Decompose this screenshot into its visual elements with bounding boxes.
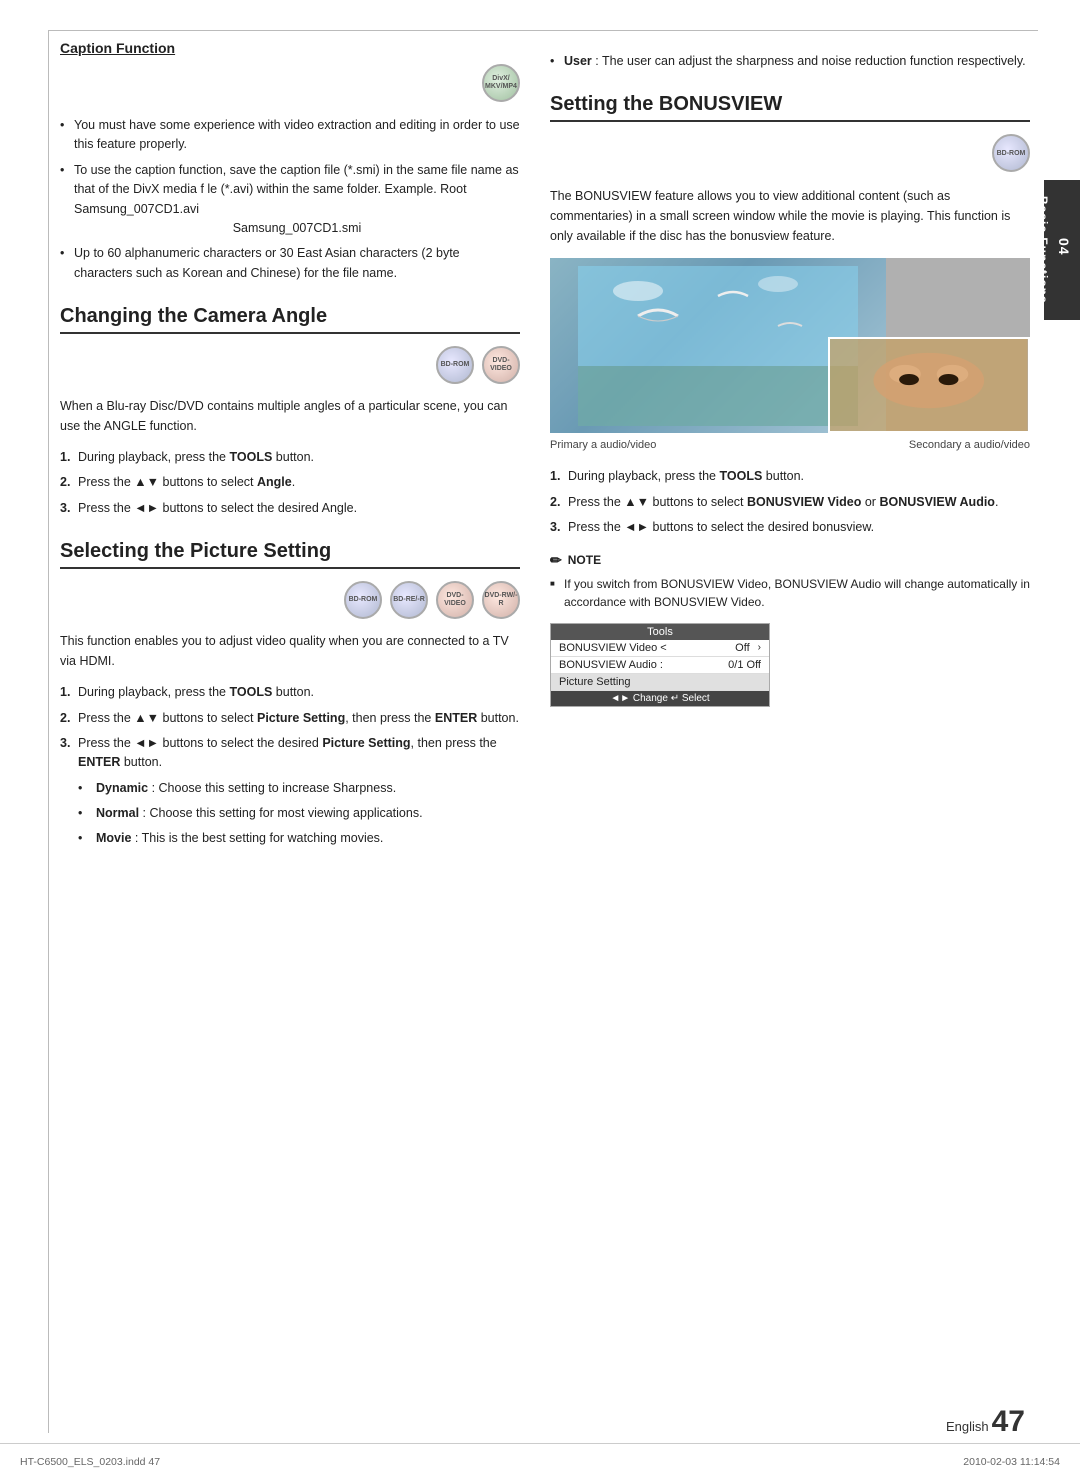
picture-step-2: 2.Press the ▲▼ buttons to select Picture… bbox=[60, 709, 520, 728]
bonusview-intro: The BONUSVIEW feature allows you to view… bbox=[550, 186, 1030, 246]
bonusview-steps: 1.During playback, press the TOOLS butto… bbox=[550, 467, 1030, 537]
left-margin-line bbox=[48, 30, 49, 1433]
divx-icon-label: DivX/MKV/MP4 bbox=[485, 75, 517, 90]
picture-dvd-disc-icon: DVD-VIDEO bbox=[436, 581, 474, 619]
bottom-bar: HT-C6500_ELS_0203.indd 47 2010-02-03 11:… bbox=[0, 1443, 1080, 1479]
camera-dvd-icon-label: DVD-VIDEO bbox=[484, 357, 518, 372]
camera-title: Changing the Camera Angle bbox=[60, 305, 520, 334]
camera-dvd-disc-icon: DVD-VIDEO bbox=[482, 346, 520, 384]
note-header: ✏ NOTE bbox=[550, 552, 1030, 569]
chapter-tab: 04 Basic Functions bbox=[1044, 180, 1080, 320]
picture-dvdrw-disc-icon: DVD-RW/-R bbox=[482, 581, 520, 619]
bottom-right-text: 2010-02-03 11:14:54 bbox=[963, 1456, 1060, 1468]
picture-dvdrw-icon-label: DVD-RW/-R bbox=[484, 592, 518, 607]
bonusview-secondary-svg bbox=[830, 339, 1028, 431]
picture-sub-movie: Movie : This is the best setting for wat… bbox=[78, 829, 520, 848]
caption-bullet-2: To use the caption function, save the ca… bbox=[60, 161, 520, 239]
chapter-number: 04 bbox=[1056, 238, 1072, 256]
tools-bonusview-audio-label: BONUSVIEW Audio : bbox=[559, 659, 663, 671]
page-number: 47 bbox=[992, 1407, 1025, 1437]
right-user-bullet: User : The user can adjust the sharpness… bbox=[550, 52, 1030, 71]
picture-sub-dynamic: Dynamic : Choose this setting to increas… bbox=[78, 779, 520, 798]
bonusview-primary-label: Primary a audio/video bbox=[550, 439, 656, 451]
main-content: Caption Function DivX/MKV/MP4 You must h… bbox=[60, 40, 1030, 1439]
camera-bd-disc-icon: BD-ROM bbox=[436, 346, 474, 384]
caption-disc-icons: DivX/MKV/MP4 bbox=[60, 64, 520, 102]
picture-step-1: 1.During playback, press the TOOLS butto… bbox=[60, 683, 520, 702]
caption-bullet-3: Up to 60 alphanumeric characters or 30 E… bbox=[60, 244, 520, 283]
note-list: If you switch from BONUSVIEW Video, BONU… bbox=[550, 575, 1030, 611]
picture-bdre-disc-icon: BD-RE/-R bbox=[390, 581, 428, 619]
picture-bdre-icon-label: BD-RE/-R bbox=[393, 596, 425, 604]
bonusview-secondary-video bbox=[828, 337, 1030, 433]
caption-title: Caption Function bbox=[60, 40, 520, 56]
note-item-1: If you switch from BONUSVIEW Video, BONU… bbox=[550, 575, 1030, 611]
picture-step-3: 3.Press the ◄► buttons to select the des… bbox=[60, 734, 520, 849]
page-number-area: English 47 bbox=[946, 1407, 1025, 1437]
bottom-left-text: HT-C6500_ELS_0203.indd 47 bbox=[20, 1456, 160, 1468]
camera-disc-icons: BD-ROM DVD-VIDEO bbox=[60, 346, 520, 384]
tools-picture-setting-label: Picture Setting bbox=[559, 676, 631, 688]
bonusview-secondary-label: Secondary a audio/video bbox=[909, 439, 1030, 451]
picture-bd-disc-icon: BD-ROM bbox=[344, 581, 382, 619]
page-container: 04 Basic Functions Caption Function DivX… bbox=[0, 0, 1080, 1479]
tools-chevron: › bbox=[758, 642, 761, 653]
bonusview-disc-icons: BD-ROM bbox=[550, 134, 1030, 172]
picture-steps: 1.During playback, press the TOOLS butto… bbox=[60, 683, 520, 849]
caption-section: Caption Function DivX/MKV/MP4 You must h… bbox=[60, 40, 520, 283]
picture-title: Selecting the Picture Setting bbox=[60, 540, 520, 569]
picture-section: Selecting the Picture Setting BD-ROM BD-… bbox=[60, 540, 520, 849]
tools-bonusview-video-label: BONUSVIEW Video < bbox=[559, 642, 667, 654]
camera-intro: When a Blu-ray Disc/DVD contains multipl… bbox=[60, 396, 520, 436]
picture-sub-normal: Normal : Choose this setting for most vi… bbox=[78, 804, 520, 823]
tools-row-bonusview-audio: BONUSVIEW Audio : 0/1 Off bbox=[551, 657, 769, 674]
camera-section: Changing the Camera Angle BD-ROM DVD-VID… bbox=[60, 305, 520, 518]
camera-steps: 1.During playback, press the TOOLS butto… bbox=[60, 448, 520, 518]
top-margin-line bbox=[48, 30, 1038, 31]
english-label: English bbox=[946, 1419, 989, 1434]
tools-row-bonusview-video: BONUSVIEW Video < Off › bbox=[551, 640, 769, 657]
camera-step-1: 1.During playback, press the TOOLS butto… bbox=[60, 448, 520, 467]
caption-example: Samsung_007CD1.smi bbox=[74, 219, 520, 238]
bonusview-step-2: 2.Press the ▲▼ buttons to select BONUSVI… bbox=[550, 493, 1030, 512]
picture-sub-bullets: Dynamic : Choose this setting to increas… bbox=[78, 779, 520, 849]
bonusview-bd-icon-label: BD-ROM bbox=[997, 150, 1026, 158]
tools-table: Tools BONUSVIEW Video < Off › BONUSVIEW … bbox=[550, 623, 770, 707]
bonusview-step-1: 1.During playback, press the TOOLS butto… bbox=[550, 467, 1030, 486]
caption-bullet-1: You must have some experience with video… bbox=[60, 116, 520, 155]
left-column: Caption Function DivX/MKV/MP4 You must h… bbox=[60, 40, 520, 1439]
divx-disc-icon: DivX/MKV/MP4 bbox=[482, 64, 520, 102]
chapter-title: Basic Functions bbox=[1036, 196, 1050, 304]
right-user-bullet-item: User : The user can adjust the sharpness… bbox=[550, 52, 1030, 71]
bonusview-note: ✏ NOTE If you switch from BONUSVIEW Vide… bbox=[550, 552, 1030, 611]
bonusview-image bbox=[550, 258, 1030, 433]
tools-row-picture-setting: Picture Setting bbox=[551, 674, 769, 691]
tools-table-header: Tools bbox=[551, 624, 769, 640]
camera-bd-icon-label: BD-ROM bbox=[441, 361, 470, 369]
camera-step-3: 3.Press the ◄► buttons to select the des… bbox=[60, 499, 520, 518]
note-label: NOTE bbox=[568, 553, 601, 567]
bonusview-step-3: 3.Press the ◄► buttons to select the des… bbox=[550, 518, 1030, 537]
note-icon: ✏ bbox=[550, 552, 562, 569]
caption-bullets: You must have some experience with video… bbox=[60, 116, 520, 283]
tools-table-footer: ◄► Change ↵ Select bbox=[551, 691, 769, 706]
picture-disc-icons: BD-ROM BD-RE/-R DVD-VIDEO DVD-RW/-R bbox=[60, 581, 520, 619]
right-column: User : The user can adjust the sharpness… bbox=[550, 40, 1030, 1439]
bonusview-title: Setting the BONUSVIEW bbox=[550, 93, 1030, 122]
tools-bonusview-audio-value: 0/1 Off bbox=[728, 659, 761, 671]
picture-bd-icon-label: BD-ROM bbox=[349, 596, 378, 604]
bonusview-bd-disc-icon: BD-ROM bbox=[992, 134, 1030, 172]
camera-step-2: 2.Press the ▲▼ buttons to select Angle. bbox=[60, 473, 520, 492]
bonusview-image-labels: Primary a audio/video Secondary a audio/… bbox=[550, 439, 1030, 451]
picture-intro: This function enables you to adjust vide… bbox=[60, 631, 520, 671]
bonusview-primary-svg bbox=[578, 266, 858, 426]
picture-dvd-icon-label: DVD-VIDEO bbox=[438, 592, 472, 607]
bonusview-section: Setting the BONUSVIEW BD-ROM The BONUSVI… bbox=[550, 93, 1030, 706]
tools-bonusview-video-value: Off › bbox=[735, 642, 761, 654]
